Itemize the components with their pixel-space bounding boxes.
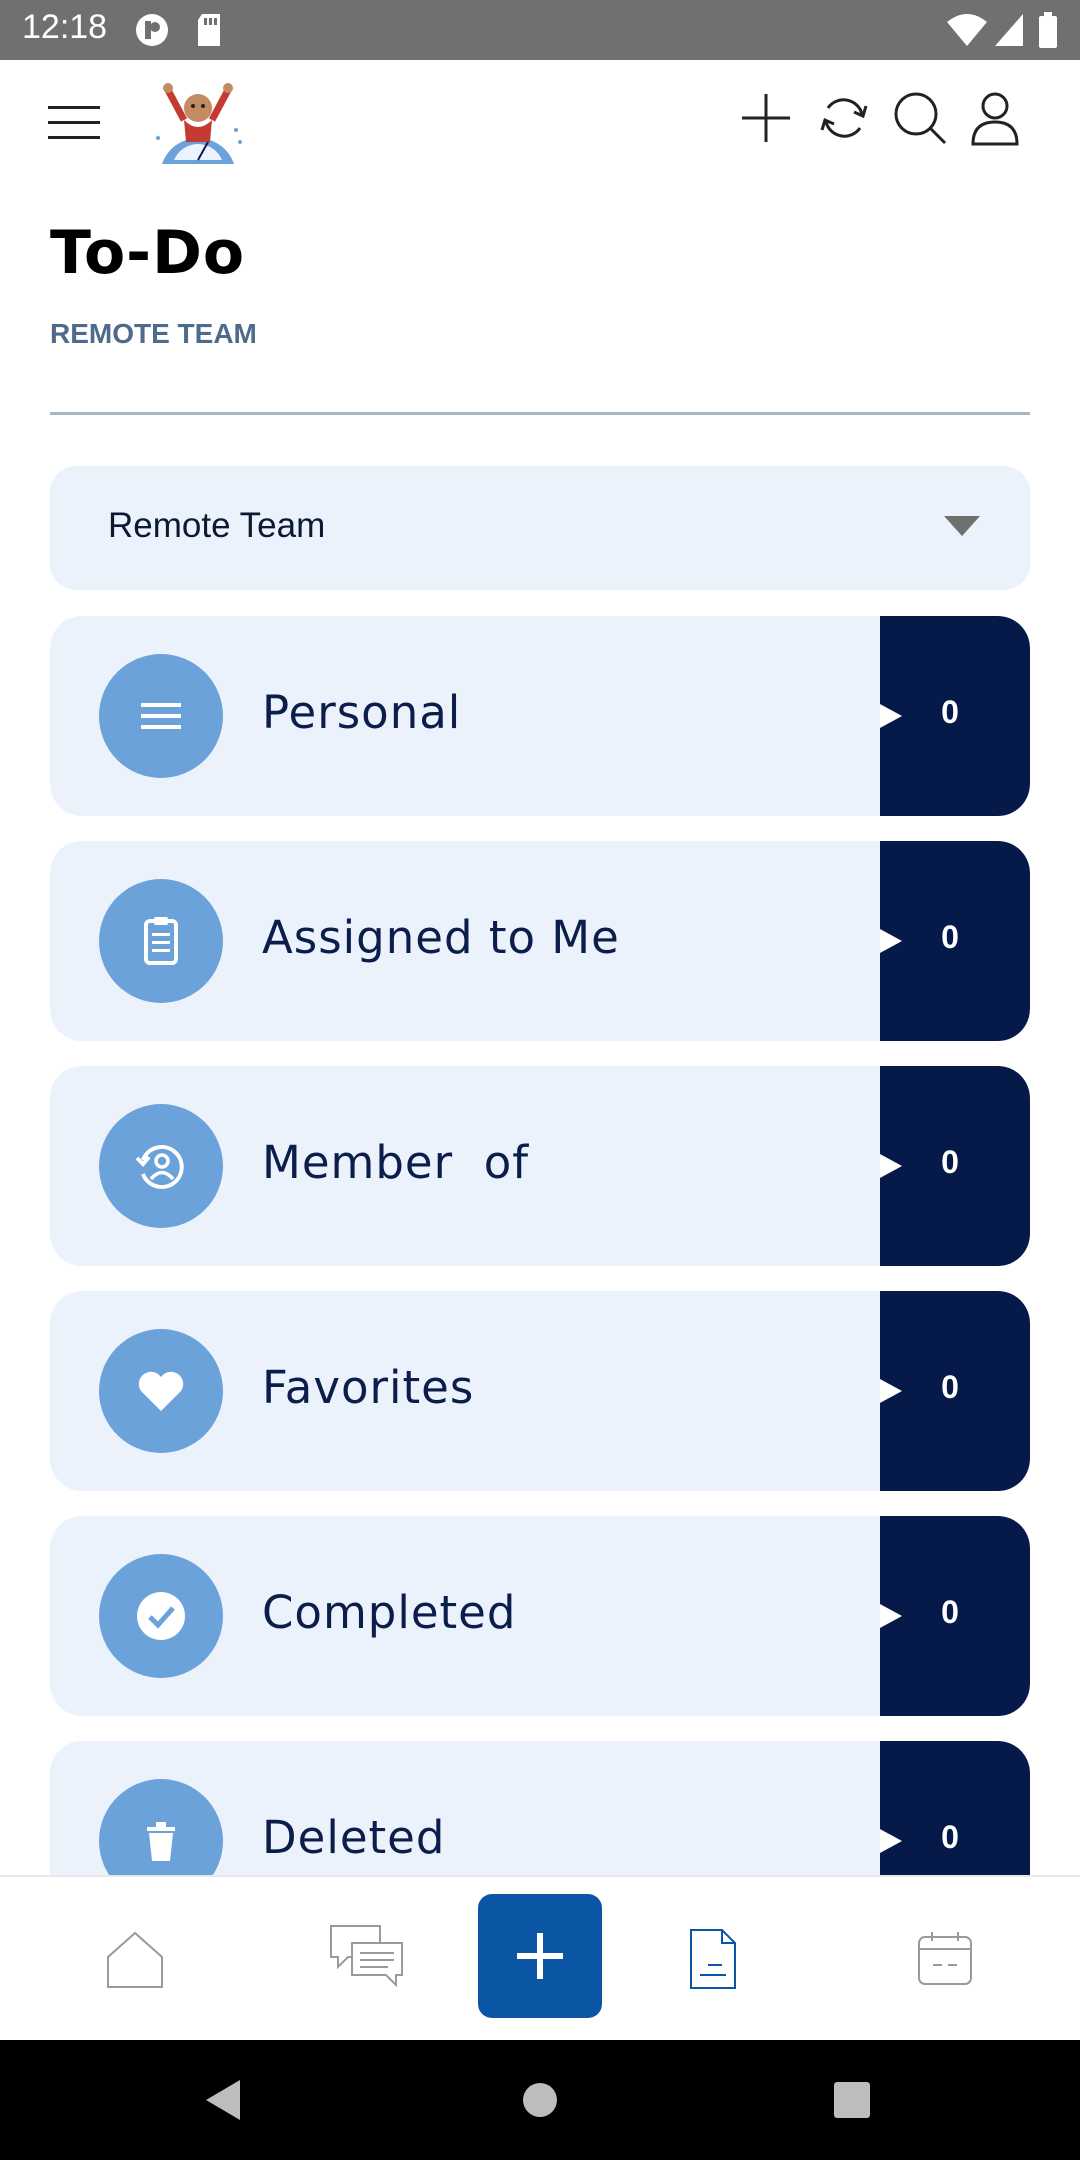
count-badge: 0 bbox=[880, 1066, 1030, 1266]
clipboard-icon bbox=[99, 879, 223, 1003]
category-count: 0 bbox=[941, 694, 959, 730]
sync-icon[interactable] bbox=[818, 92, 870, 144]
category-card-favorites[interactable]: Favorites 0 bbox=[50, 1291, 1030, 1491]
count-badge: 0 bbox=[880, 616, 1030, 816]
profile-icon[interactable] bbox=[970, 90, 1020, 146]
title-divider bbox=[50, 412, 1030, 415]
home-icon[interactable] bbox=[104, 1929, 166, 1991]
calendar-icon[interactable] bbox=[916, 1929, 974, 1987]
count-badge: 0 bbox=[880, 841, 1030, 1041]
category-label: Personal bbox=[262, 686, 462, 739]
category-count: 0 bbox=[941, 1369, 959, 1405]
add-icon[interactable] bbox=[740, 92, 792, 144]
add-task-button[interactable] bbox=[478, 1894, 602, 2018]
user-history-icon bbox=[99, 1104, 223, 1228]
bottom-nav bbox=[0, 1875, 1080, 2042]
sd-card-icon bbox=[198, 14, 220, 46]
check-icon bbox=[99, 1554, 223, 1678]
app-header bbox=[0, 60, 1080, 190]
status-bar: 12:18 bbox=[0, 0, 1080, 60]
hamburger-menu-icon[interactable] bbox=[48, 104, 102, 142]
recents-icon[interactable] bbox=[834, 2082, 870, 2118]
category-count: 0 bbox=[941, 1819, 959, 1855]
heart-icon bbox=[99, 1329, 223, 1453]
category-card-personal[interactable]: Personal 0 bbox=[50, 616, 1030, 816]
chat-icon[interactable] bbox=[328, 1923, 406, 1991]
category-count: 0 bbox=[941, 919, 959, 955]
category-count: 0 bbox=[941, 1144, 959, 1180]
cell-signal-icon bbox=[995, 14, 1023, 46]
category-card-completed[interactable]: Completed 0 bbox=[50, 1516, 1030, 1716]
page-title: To-Do bbox=[50, 218, 246, 288]
status-time: 12:18 bbox=[22, 8, 108, 46]
category-count: 0 bbox=[941, 1594, 959, 1630]
home-circle-icon[interactable] bbox=[522, 2082, 558, 2118]
back-icon[interactable] bbox=[204, 2078, 244, 2122]
battery-icon bbox=[1039, 12, 1057, 48]
category-label: Favorites bbox=[262, 1361, 475, 1414]
category-card-member-of[interactable]: Member of 0 bbox=[50, 1066, 1030, 1266]
system-nav-bar bbox=[0, 2040, 1080, 2160]
search-icon[interactable] bbox=[892, 90, 948, 146]
count-badge: 0 bbox=[880, 1516, 1030, 1716]
add-icon bbox=[517, 1933, 563, 1979]
category-label: Assigned to Me bbox=[262, 911, 620, 964]
chevron-down-icon bbox=[944, 516, 980, 536]
app-notification-icon bbox=[136, 14, 168, 46]
document-icon[interactable] bbox=[688, 1927, 738, 1991]
category-label: Completed bbox=[262, 1586, 517, 1639]
count-badge: 0 bbox=[880, 1291, 1030, 1491]
team-select-value: Remote Team bbox=[108, 506, 326, 545]
wifi-icon bbox=[947, 14, 987, 46]
list-icon bbox=[99, 654, 223, 778]
app-logo[interactable] bbox=[150, 72, 246, 168]
category-label: Member of bbox=[262, 1136, 530, 1189]
team-select[interactable]: Remote Team bbox=[50, 466, 1030, 590]
page-subtitle: REMOTE TEAM bbox=[50, 318, 257, 349]
category-card-assigned[interactable]: Assigned to Me 0 bbox=[50, 841, 1030, 1041]
category-label: Deleted bbox=[262, 1811, 446, 1864]
